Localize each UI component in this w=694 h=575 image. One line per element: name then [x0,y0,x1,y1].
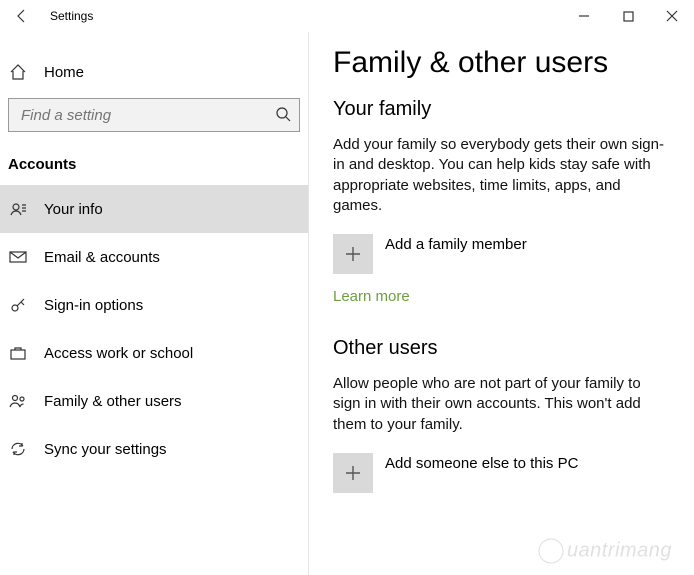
add-family-member-label: Add a family member [385,236,527,253]
back-button[interactable] [6,0,38,32]
window-title: Settings [50,9,93,23]
sidebar-nav: Your info Email & accounts Sign-in optio… [0,185,308,473]
sidebar-section-label: Accounts [0,142,308,185]
search-box[interactable] [8,98,300,132]
maximize-icon [623,11,634,22]
section-heading-other-users: Other users [333,337,670,360]
home-icon [8,62,28,82]
add-other-user-label: Add someone else to this PC [385,455,578,472]
search-icon [275,106,291,125]
arrow-left-icon [14,8,30,24]
family-description: Add your family so everybody gets their … [333,135,670,216]
page-title: Family & other users [333,46,670,80]
minimize-icon [578,10,590,22]
minimize-button[interactable] [562,0,606,32]
maximize-button[interactable] [606,0,650,32]
add-other-user-button[interactable] [333,453,373,493]
sidebar-item-sign-in-options[interactable]: Sign-in options [0,281,308,329]
close-icon [666,10,678,22]
sidebar-item-label: Sign-in options [44,297,143,314]
sidebar-item-label: Access work or school [44,345,193,362]
home-label: Home [44,64,84,81]
sidebar-item-family-other-users[interactable]: Family & other users [0,377,308,425]
section-heading-family: Your family [333,98,670,121]
sidebar-item-label: Your info [44,201,103,218]
plus-icon [343,244,363,264]
sidebar-item-label: Family & other users [44,393,182,410]
sidebar-item-your-info[interactable]: Your info [0,185,308,233]
search-input[interactable] [21,107,275,124]
learn-more-link[interactable]: Learn more [333,288,670,305]
window-controls [562,0,694,32]
key-icon [8,295,28,315]
mail-icon [8,247,28,267]
sidebar-item-label: Sync your settings [44,441,167,458]
person-card-icon [8,199,28,219]
sidebar-item-access-work-school[interactable]: Access work or school [0,329,308,377]
home-nav[interactable]: Home [0,52,308,92]
plus-icon [343,463,363,483]
titlebar: Settings [0,0,694,32]
sidebar: Home Accounts Your info [0,32,309,575]
people-icon [8,391,28,411]
content-pane: Family & other users Your family Add you… [309,32,694,575]
sidebar-item-email-accounts[interactable]: Email & accounts [0,233,308,281]
sidebar-item-label: Email & accounts [44,249,160,266]
add-family-member-button[interactable] [333,234,373,274]
sidebar-item-sync-settings[interactable]: Sync your settings [0,425,308,473]
other-users-description: Allow people who are not part of your fa… [333,374,670,435]
close-button[interactable] [650,0,694,32]
briefcase-icon [8,343,28,363]
sync-icon [8,439,28,459]
